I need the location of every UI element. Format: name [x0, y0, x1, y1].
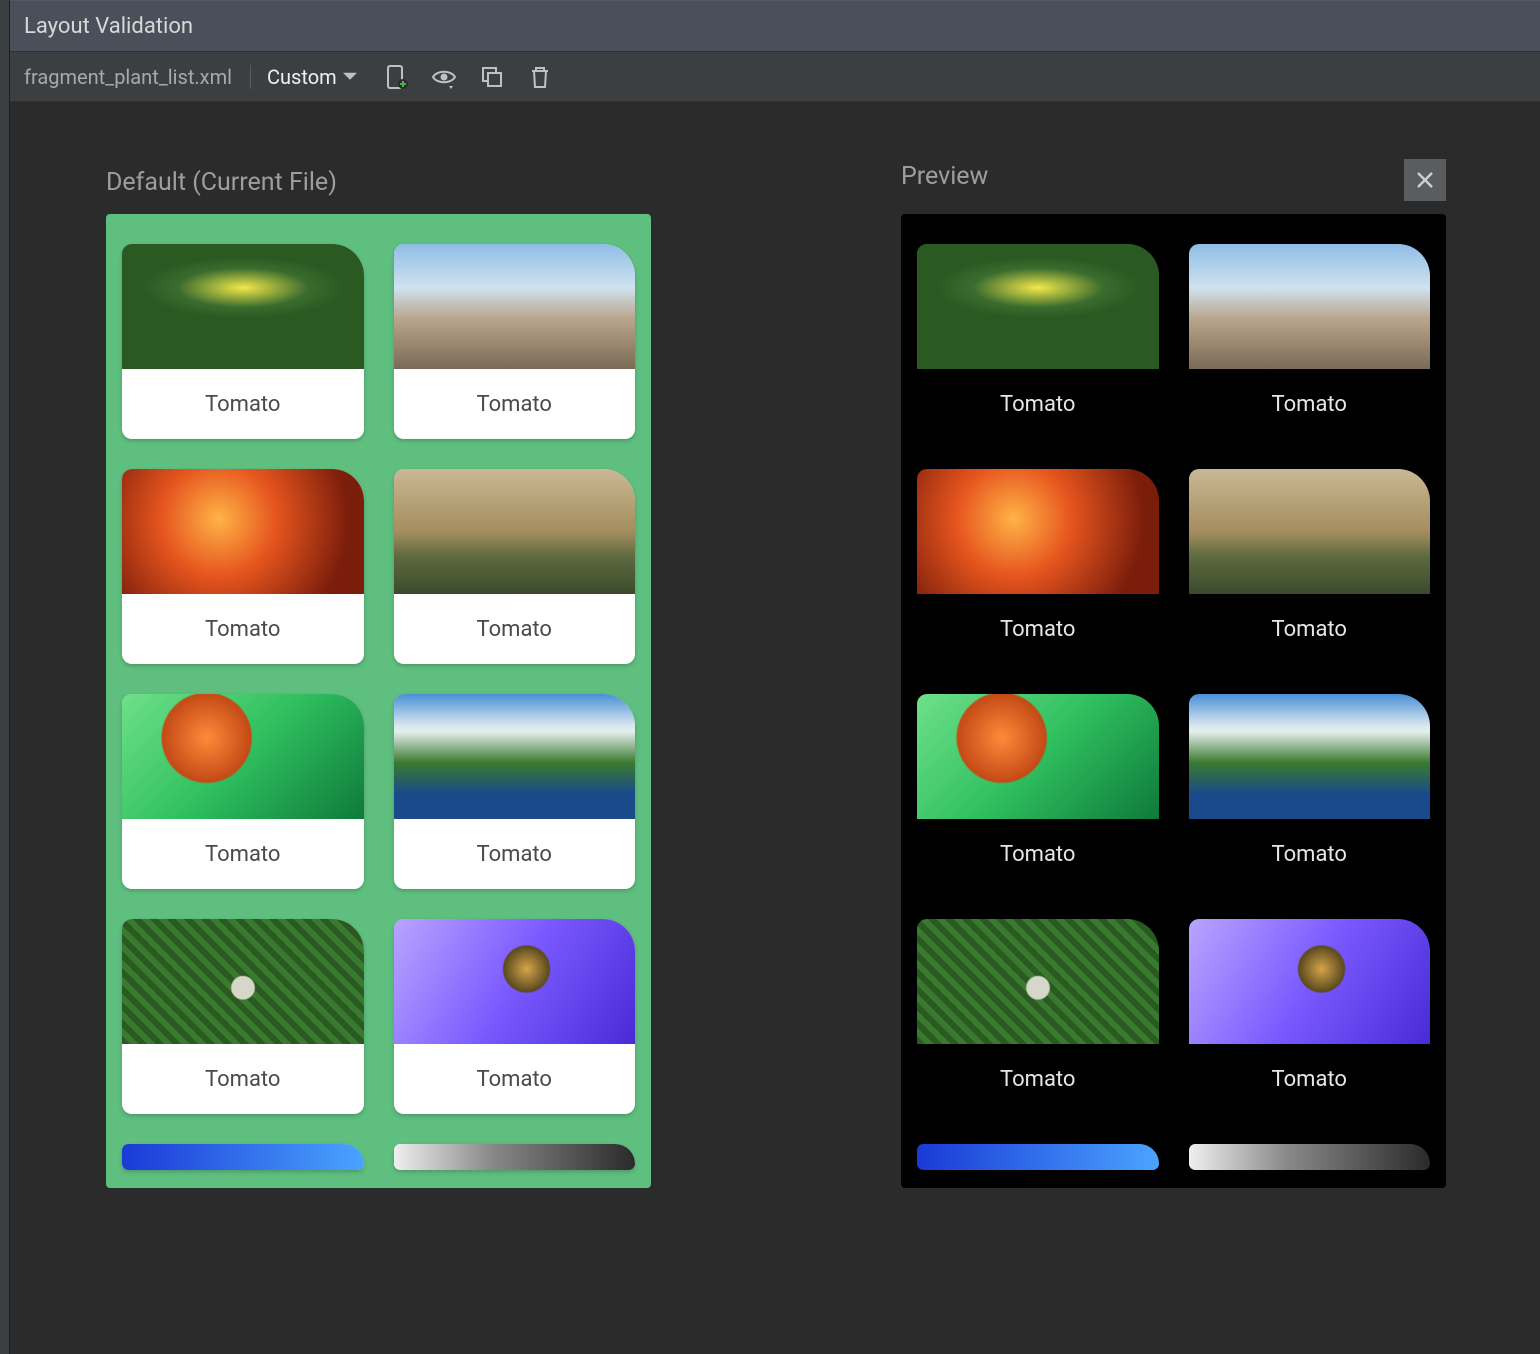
plant-label: Tomato: [917, 594, 1159, 664]
plant-card[interactable]: Tomato: [1189, 694, 1431, 889]
plant-card[interactable]: [394, 1144, 636, 1170]
main-area: Layout Validation fragment_plant_list.xm…: [10, 0, 1540, 1354]
plant-thumbnail: [1189, 244, 1431, 369]
plant-card[interactable]: Tomato: [1189, 469, 1431, 664]
plant-card[interactable]: [917, 1144, 1159, 1170]
title-text: Layout Validation: [24, 14, 193, 39]
pane-preview-title: Preview: [901, 156, 988, 196]
plant-thumbnail: [917, 469, 1159, 594]
plant-label: Tomato: [394, 819, 636, 889]
plant-thumbnail: [122, 1144, 364, 1170]
plant-label: Tomato: [122, 1044, 364, 1114]
plant-card[interactable]: [1189, 1144, 1431, 1170]
plant-label: Tomato: [917, 369, 1159, 439]
plant-card[interactable]: Tomato: [1189, 919, 1431, 1114]
plant-thumbnail: [122, 919, 364, 1044]
plant-label: Tomato: [1189, 369, 1431, 439]
plant-thumbnail: [122, 694, 364, 819]
plant-label: Tomato: [394, 1044, 636, 1114]
pane-preview: Preview TomatoTomatoTomatoTomatoTomatoTo…: [901, 162, 1446, 1354]
plant-thumbnail: [122, 469, 364, 594]
plant-card[interactable]: Tomato: [122, 469, 364, 664]
plant-card[interactable]: Tomato: [394, 694, 636, 889]
plant-label: Tomato: [122, 819, 364, 889]
plant-label: Tomato: [1189, 594, 1431, 664]
plant-thumbnail: [394, 919, 636, 1044]
plant-card[interactable]: Tomato: [1189, 244, 1431, 439]
plant-thumbnail: [917, 1144, 1159, 1170]
plant-label: Tomato: [122, 594, 364, 664]
plant-label: Tomato: [1189, 1044, 1431, 1114]
plant-label: Tomato: [122, 369, 364, 439]
plant-thumbnail: [1189, 1144, 1431, 1170]
grid-preview: Tomato Tomato Tomato Tomato Tomato Tomato Toma…: [917, 244, 1430, 1170]
plant-thumbnail: [394, 244, 636, 369]
device-dropdown[interactable]: Custom: [267, 65, 357, 89]
chevron-down-icon: [343, 70, 357, 84]
close-icon: [1415, 170, 1435, 190]
plant-label: Tomato: [1189, 819, 1431, 889]
plant-thumbnail: [917, 244, 1159, 369]
plant-thumbnail: [1189, 694, 1431, 819]
plant-thumbnail: [394, 694, 636, 819]
plant-card[interactable]: Tomato: [394, 469, 636, 664]
plant-thumbnail: [917, 694, 1159, 819]
file-name: fragment_plant_list.xml: [24, 65, 251, 89]
close-preview-button[interactable]: [1404, 159, 1446, 201]
visibility-icon[interactable]: [431, 64, 457, 90]
plant-card[interactable]: Tomato: [394, 244, 636, 439]
plant-label: Tomato: [917, 819, 1159, 889]
plant-label: Tomato: [394, 594, 636, 664]
grid-default: Tomato Tomato Tomato Tomato Tomato Tomato Toma…: [122, 244, 635, 1170]
plant-card[interactable]: Tomato: [122, 919, 364, 1114]
plant-label: Tomato: [394, 369, 636, 439]
pane-default: Default (Current File) TomatoTomatoTomat…: [106, 162, 651, 1354]
plant-thumbnail: [394, 469, 636, 594]
plant-thumbnail: [122, 244, 364, 369]
plant-thumbnail: [1189, 919, 1431, 1044]
device-dropdown-label: Custom: [267, 65, 337, 89]
plant-thumbnail: [917, 919, 1159, 1044]
phone-default: Tomato Tomato Tomato Tomato Tomato Tomato Toma…: [106, 214, 651, 1188]
plant-card[interactable]: Tomato: [917, 244, 1159, 439]
plant-card[interactable]: Tomato: [122, 244, 364, 439]
plant-card[interactable]: [122, 1144, 364, 1170]
plant-card[interactable]: Tomato: [917, 469, 1159, 664]
canvas[interactable]: Default (Current File) TomatoTomatoTomat…: [10, 102, 1540, 1354]
copy-icon[interactable]: [479, 64, 505, 90]
pane-default-title: Default (Current File): [106, 162, 651, 202]
left-gutter: [0, 0, 10, 1354]
plant-card[interactable]: Tomato: [917, 919, 1159, 1114]
plant-card[interactable]: Tomato: [394, 919, 636, 1114]
tool-icons: [383, 64, 553, 90]
plant-label: Tomato: [917, 1044, 1159, 1114]
plant-card[interactable]: Tomato: [122, 694, 364, 889]
phone-preview: Tomato Tomato Tomato Tomato Tomato Tomato Toma…: [901, 214, 1446, 1188]
title-bar: Layout Validation: [10, 0, 1540, 52]
tool-bar: fragment_plant_list.xml Custom: [10, 52, 1540, 102]
delete-icon[interactable]: [527, 64, 553, 90]
plant-card[interactable]: Tomato: [917, 694, 1159, 889]
plant-thumbnail: [1189, 469, 1431, 594]
plant-thumbnail: [394, 1144, 636, 1170]
add-device-icon[interactable]: [383, 64, 409, 90]
